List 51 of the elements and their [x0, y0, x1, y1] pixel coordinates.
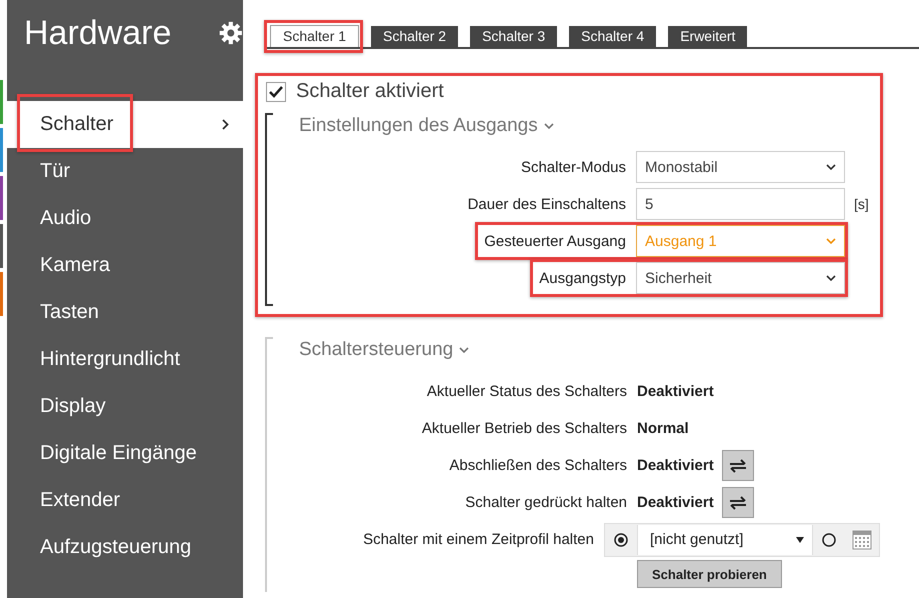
field-label: Gesteuerter Ausgang [483, 232, 627, 250]
dropdown[interactable]: Monostabil [636, 151, 845, 183]
field-label: Dauer des Einschaltens [466, 196, 627, 212]
field-label: Schalter mit einem Zeitprofil halten [362, 531, 595, 548]
field-label: Schalter-Modus [520, 158, 627, 176]
toggle-button[interactable] [722, 487, 754, 518]
sidebar-item[interactable]: Extender [7, 477, 243, 524]
sidebar-item[interactable]: Display [7, 383, 243, 430]
status-value: Deaktiviert [637, 494, 714, 511]
sidebar-item[interactable]: Audio [7, 195, 243, 242]
checkmark-icon [269, 86, 283, 98]
status-value: Deaktiviert [637, 457, 714, 474]
swap-arrows-icon [728, 496, 747, 510]
sidebar-item[interactable]: Tasten [7, 289, 243, 336]
status-value: Deaktiviert [637, 383, 714, 400]
swap-arrows-icon [728, 458, 747, 472]
tab[interactable]: Erweitert [668, 26, 748, 47]
unit-label: [s] [854, 196, 869, 212]
chevron-down-icon [826, 164, 836, 170]
toggle-button[interactable] [722, 450, 754, 481]
field-label: Aktueller Betrieb des Schalters [420, 420, 628, 437]
sidebar-item[interactable]: Aufzugsteuerung [7, 524, 243, 571]
checkbox[interactable] [266, 82, 286, 102]
test-button[interactable]: Schalter probieren [637, 560, 782, 588]
field-label: Abschließen des Schalters [448, 457, 628, 474]
status-value: Normal [637, 420, 689, 437]
dropdown[interactable]: Sicherheit [636, 262, 845, 294]
checkbox-label: Schalter aktiviert [296, 80, 444, 103]
sidebar-item[interactable]: Hintergrundlicht [7, 336, 243, 383]
sidebar-item[interactable]: Digitale Eingänge [7, 430, 243, 477]
chevron-right-icon [222, 119, 229, 130]
sidebar-item[interactable]: Kamera [7, 242, 243, 289]
chevron-down-icon [544, 123, 554, 129]
tab[interactable]: Schalter 3 [470, 26, 558, 47]
sidebar-title: Hardware [24, 14, 172, 52]
dropdown[interactable]: [nicht genutzt] [637, 524, 813, 554]
field-label: Schalter gedrückt halten [464, 494, 628, 511]
section-title[interactable]: Einstellungen des Ausgangs [299, 115, 538, 137]
field-label: Aktueller Status des Schalters [426, 383, 628, 400]
tab[interactable]: Schalter 2 [371, 26, 458, 47]
caret-down-icon [796, 536, 804, 542]
sidebar-item[interactable]: Schalter [7, 101, 243, 148]
section-title[interactable]: Schaltersteuerung [299, 339, 454, 361]
field-label: Ausgangstyp [538, 270, 627, 286]
tab[interactable]: Schalter 4 [569, 26, 656, 47]
chevron-down-icon [826, 238, 836, 244]
tab[interactable]: Schalter 1 [270, 25, 360, 47]
sidebar-item[interactable]: Tür [7, 148, 243, 195]
chevron-down-icon [459, 347, 470, 353]
chevron-down-icon [826, 275, 836, 281]
input-field[interactable]: 5 [636, 188, 845, 220]
